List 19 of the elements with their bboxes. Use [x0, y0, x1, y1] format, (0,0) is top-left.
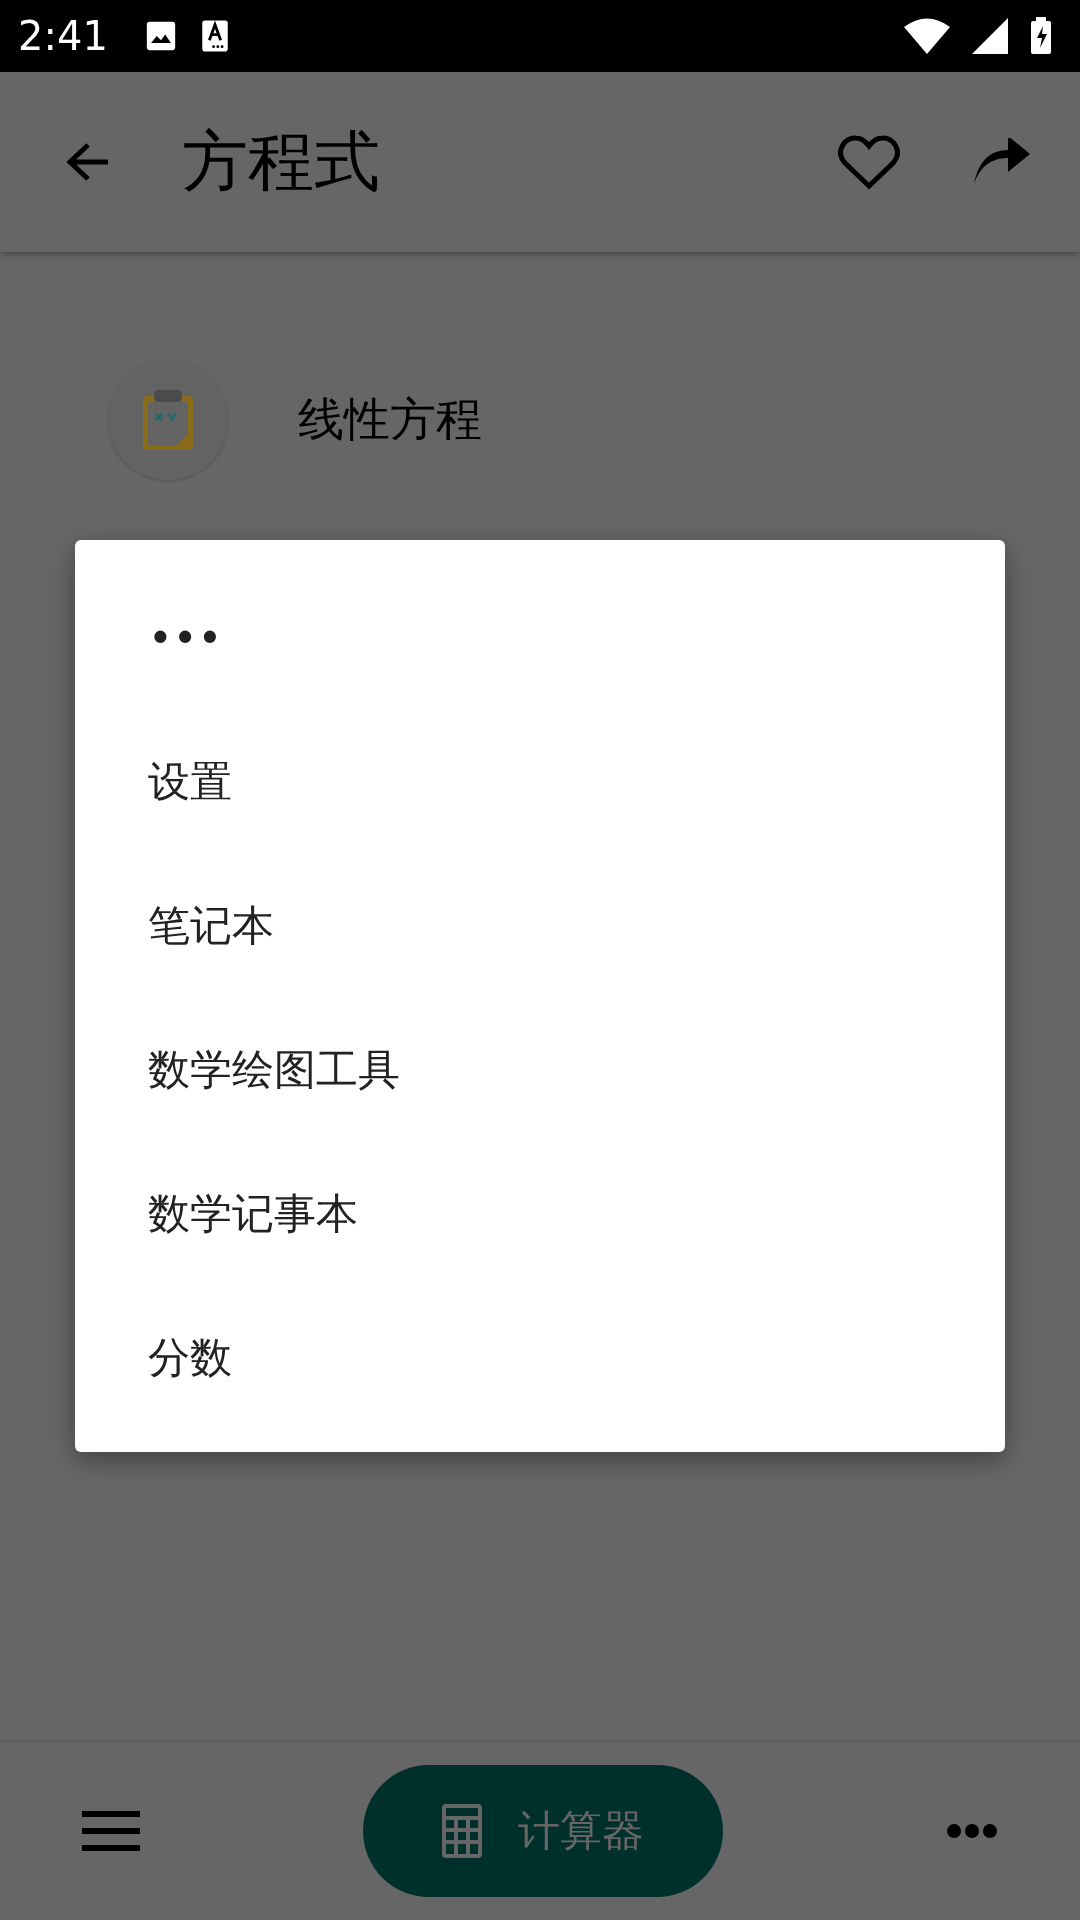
menu-item[interactable]: 设置	[75, 710, 1005, 854]
signal-icon	[972, 18, 1008, 54]
screen-title: 方程式	[182, 122, 380, 202]
share-icon[interactable]	[974, 138, 1030, 186]
calculator-icon	[442, 1804, 482, 1858]
clock: 2:41	[18, 13, 108, 59]
heart-icon[interactable]	[838, 134, 900, 190]
menu-item[interactable]: 笔记本	[75, 854, 1005, 998]
more-icon[interactable]	[946, 1823, 998, 1839]
font-icon	[199, 19, 230, 53]
list-item-label[interactable]: 线性方程	[298, 389, 482, 451]
menu-icon[interactable]	[82, 1811, 140, 1851]
wifi-icon	[904, 18, 950, 54]
menu-item[interactable]: 数学绘图工具	[75, 998, 1005, 1142]
menu-item[interactable]: •••	[75, 566, 1005, 710]
menu-item[interactable]: 分数	[75, 1286, 1005, 1430]
back-icon[interactable]	[66, 142, 110, 182]
battery-icon	[1030, 17, 1052, 55]
menu-item[interactable]: 数学记事本	[75, 1142, 1005, 1286]
